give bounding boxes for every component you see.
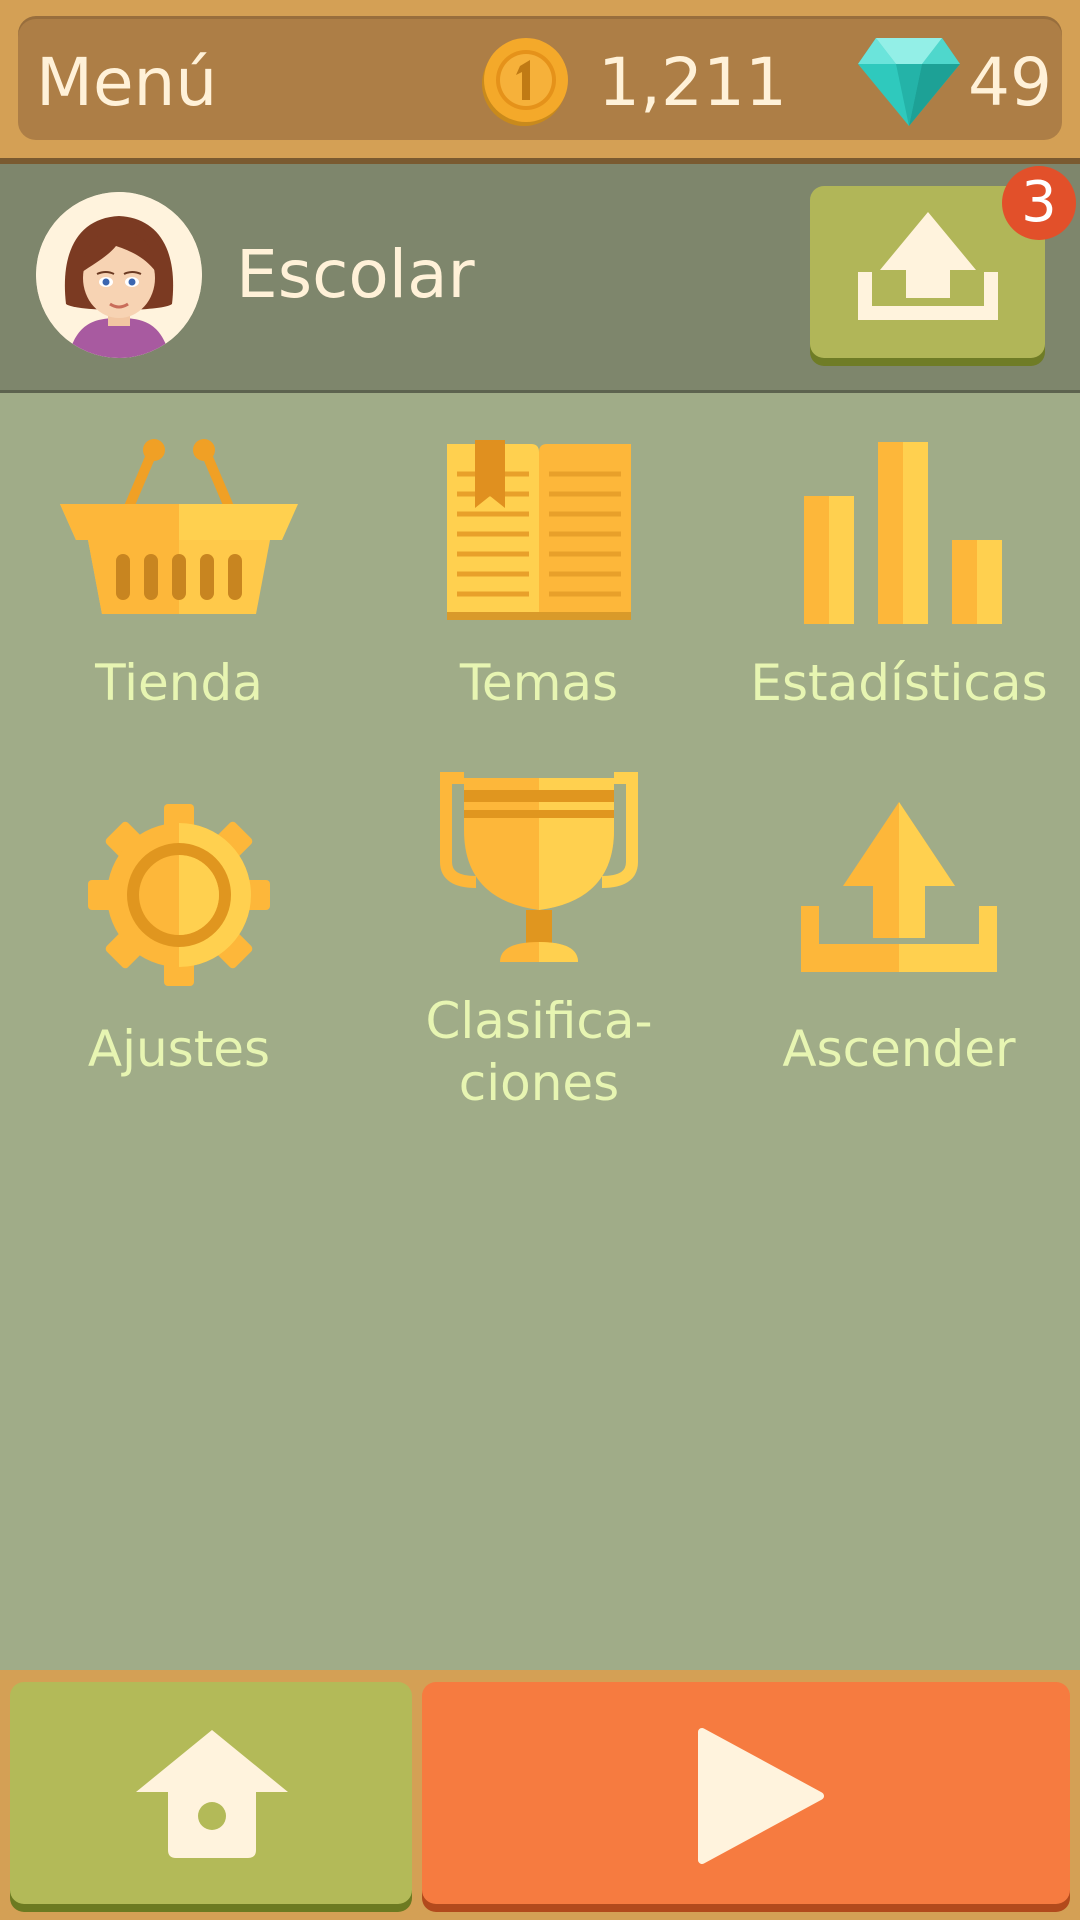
top-bar: Menú 1,211 49 xyxy=(0,0,1080,164)
menu-item-settings[interactable]: Ajustes xyxy=(0,800,359,1080)
menu-label-statistics: Estadísticas xyxy=(750,654,1048,712)
trophy-icon xyxy=(440,772,638,962)
menu-label-promote: Ascender xyxy=(782,1020,1016,1078)
diamond-icon xyxy=(858,38,960,126)
menu-label-settings: Ajustes xyxy=(87,1020,271,1078)
menu-label-themes: Temas xyxy=(459,654,619,712)
upload-icon xyxy=(801,802,997,972)
home-button[interactable] xyxy=(10,1682,412,1904)
bottom-bar xyxy=(0,1670,1080,1920)
menu-item-statistics[interactable]: Estadísticas xyxy=(719,436,1079,714)
avatar[interactable] xyxy=(36,192,202,358)
gear-icon xyxy=(88,804,270,986)
upload-icon xyxy=(858,212,998,320)
top-bar-panel: Menú 1,211 49 xyxy=(18,16,1062,140)
notification-badge: 3 xyxy=(1002,166,1076,240)
book-icon xyxy=(447,440,631,620)
coin-count: 1,211 xyxy=(598,44,787,121)
play-button[interactable] xyxy=(422,1682,1070,1904)
profile-name[interactable]: Escolar xyxy=(236,236,475,313)
profile-bar: Escolar xyxy=(0,164,1080,393)
coin-icon xyxy=(482,38,568,126)
menu-item-promote[interactable]: Ascender xyxy=(719,800,1079,1080)
gem-count: 49 xyxy=(968,44,1052,121)
menu-label-leaderboards: Clasifica- ciones xyxy=(425,992,653,1112)
menu-item-themes[interactable]: Temas xyxy=(359,436,719,714)
avatar-girl-icon xyxy=(36,192,202,358)
page-title: Menú xyxy=(36,44,218,121)
menu-item-shop[interactable]: Tienda xyxy=(0,436,359,714)
home-icon xyxy=(136,1730,288,1858)
menu-label-shop: Tienda xyxy=(95,654,263,712)
bar-chart-icon xyxy=(804,442,1002,624)
menu-item-leaderboards[interactable]: Clasifica- ciones xyxy=(359,770,719,1114)
basket-icon xyxy=(60,439,298,614)
play-icon xyxy=(698,1728,824,1864)
